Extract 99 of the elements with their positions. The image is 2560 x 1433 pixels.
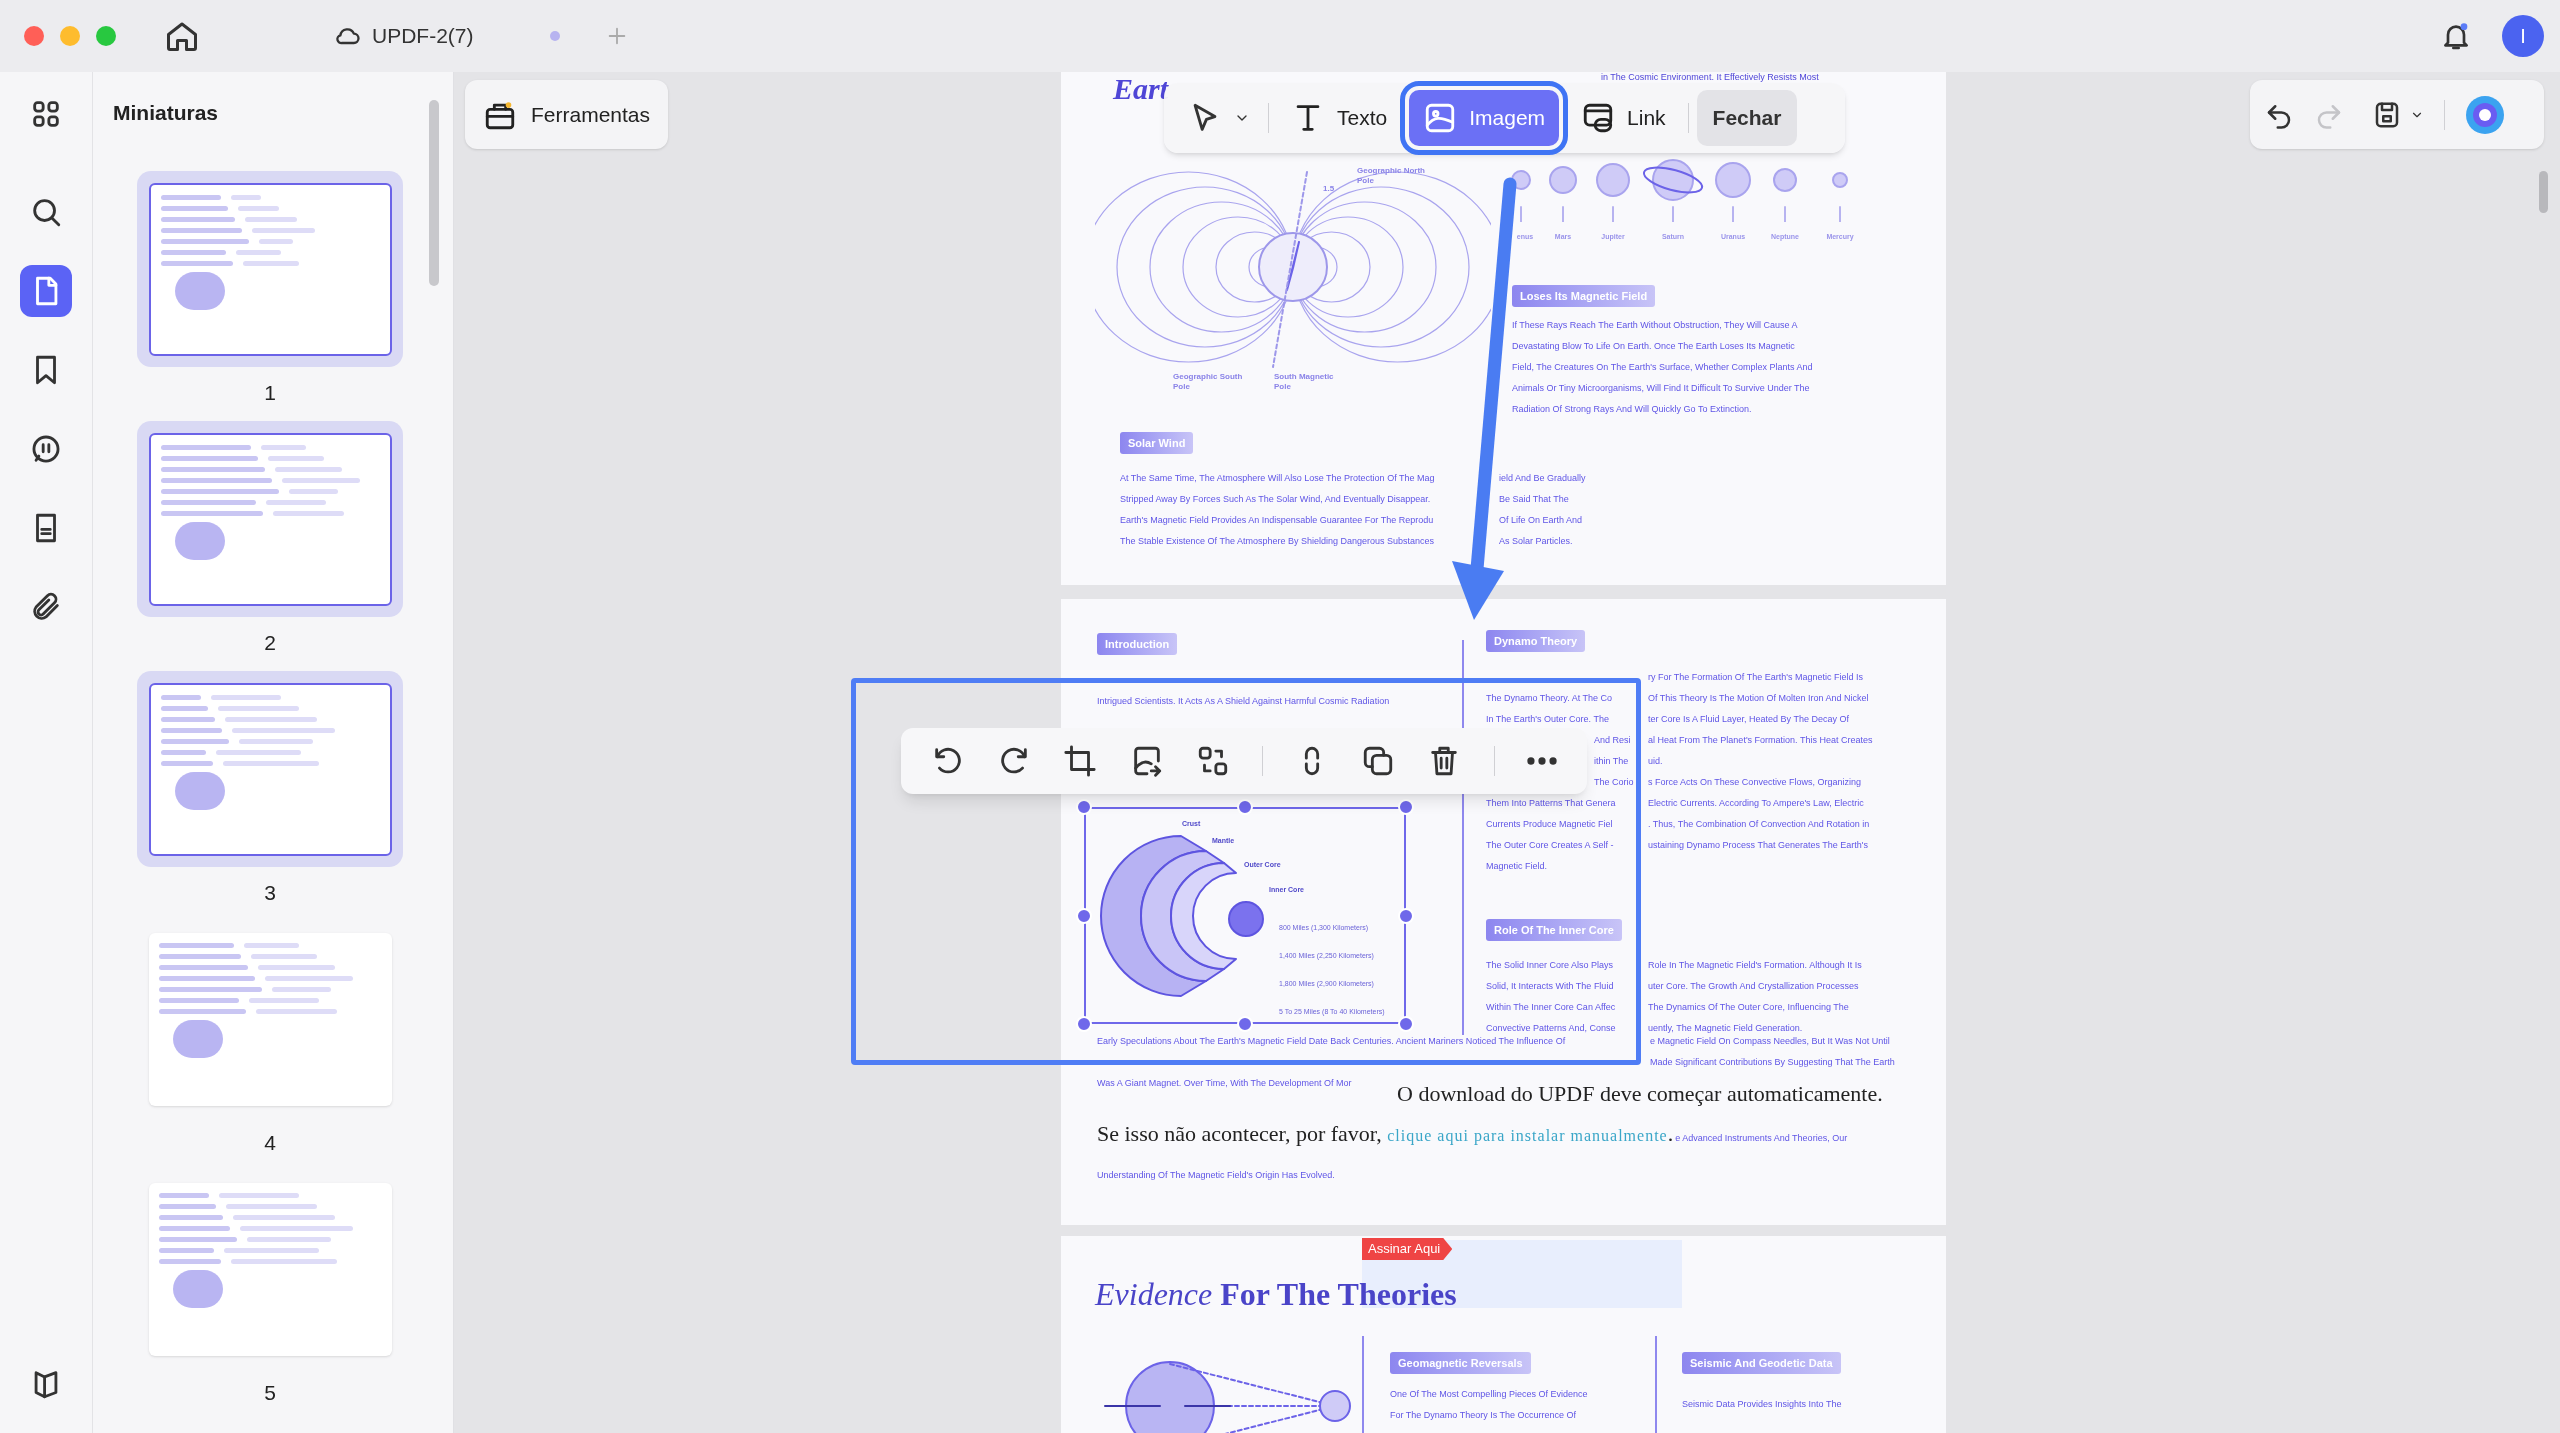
section-heading: Solar Wind <box>1120 432 1194 454</box>
body-text: Field, The Creatures On The Earth's Surface, Whether Complex Plants And <box>1512 361 1813 374</box>
body-text: Of Life On Earth And <box>1499 514 1583 527</box>
resize-handle[interactable] <box>1237 1016 1253 1032</box>
body-text: For The Dynamo Theory Is The Occurrence Of <box>1390 1409 1578 1422</box>
body-text: In The Earth's Outer Core. The <box>1486 713 1609 726</box>
body-text: in The Cosmic Environment. It Effectively Resists Most <box>1601 72 1819 82</box>
section-heading: Dynamo Theory <box>1486 630 1586 652</box>
body-text: The Solid Inner Core Also Plays <box>1486 959 1614 972</box>
scrollbar-thumb[interactable] <box>2539 171 2548 213</box>
resize-handle[interactable] <box>1076 799 1092 815</box>
body-text: Role In The Magnetic Field's Formation. Although It Is <box>1648 959 1862 972</box>
body-text: Was A Giant Magnet. Over Time, With The Development Of Mor <box>1097 1077 1352 1090</box>
body-text: Earth's Magnetic Field Provides An Indispensable Guarantee For The Reprodu <box>1120 514 1434 527</box>
body-text: Seismic Data Provides Insights Into The <box>1682 1398 1842 1411</box>
body-text: s Force Acts On These Convective Flows, Organizing <box>1648 776 1861 789</box>
resize-handle[interactable] <box>1398 799 1414 815</box>
body-text: uter Core. The Growth And Crystallization Processes <box>1648 980 1859 993</box>
tab-title: UPDF-2(7) <box>372 23 474 50</box>
notice-text: O download do UPDF deve começar automaticamente. <box>1397 1080 1883 1108</box>
page-number: 5 <box>264 1380 276 1406</box>
diagram-label: Geographic North Pole <box>1357 166 1426 186</box>
body-text: As Solar Particles. <box>1499 535 1573 548</box>
body-text: Understanding Of The Magnetic Field's Origin Has Evolved. <box>1097 1169 1335 1182</box>
close-window-button[interactable] <box>24 26 44 46</box>
page-heading: Evidence For The Theories <box>1095 1275 1457 1314</box>
tool-tab[interactable]: Link <box>1567 90 1680 146</box>
body-text: Devastating Blow To Life On Earth. Once The Earth Loses Its Magnetic <box>1512 340 1796 353</box>
page-thumbnail[interactable] <box>137 671 403 867</box>
body-text: e Advanced Instruments And Theories, Our <box>1675 1132 1848 1145</box>
body-text: Solid, It Interacts With The Fluid <box>1486 980 1614 993</box>
section-heading: Loses Its Magnetic Field <box>1512 285 1656 307</box>
resize-handle[interactable] <box>1398 907 1414 924</box>
document-tab[interactable]: UPDF-2(7) <box>334 20 474 52</box>
body-text: Them Into Patterns That Genera <box>1486 797 1616 810</box>
page-number: 4 <box>264 1130 276 1156</box>
tool-tab[interactable]: Texto <box>1277 90 1402 146</box>
body-text: ithin The <box>1594 755 1629 768</box>
page-number: 1 <box>264 380 276 406</box>
page-title: Eart <box>1113 72 1169 106</box>
resize-handle[interactable] <box>1398 1016 1414 1032</box>
resize-handle[interactable] <box>1076 1016 1092 1032</box>
section-heading: Seismic And Geodetic Data <box>1682 1352 1841 1374</box>
page-thumbnail[interactable] <box>137 171 403 367</box>
body-text: Stripped Away By Forces Such As The Solar Wind, And Eventually Disappear. <box>1120 493 1431 506</box>
body-text: Currents Produce Magnetic Fiel <box>1486 818 1613 831</box>
body-text: One Of The Most Compelling Pieces Of Evidence <box>1390 1388 1588 1401</box>
body-text: If These Rays Reach The Earth Without Obstruction, They Will Cause A <box>1512 319 1799 332</box>
panel-title: Miniaturas <box>113 100 219 127</box>
ai-assistant-button[interactable] <box>2465 94 2505 135</box>
body-text: . Thus, The Combination Of Convection And Rotation in <box>1648 818 1870 831</box>
resize-handle[interactable] <box>1237 799 1253 815</box>
section-heading: Role Of The Inner Core <box>1486 919 1622 941</box>
body-text: ry For The Formation Of The Earth's Magnetic Field Is <box>1648 671 1863 684</box>
diagram-label: 1.5 <box>1323 184 1336 194</box>
page-number: 3 <box>264 880 276 906</box>
scrollbar-thumb[interactable] <box>429 100 439 286</box>
body-text: Animals Or Tiny Microorganisms, Will Find It Difficult To Survive Under The <box>1512 382 1811 395</box>
body-text: Early Speculations About The Earth's Magnetic Field Date Back Centuries. Ancient Mariners Noticed The Influence Of <box>1097 1035 1566 1048</box>
body-text: The Dynamo Theory. At The Co <box>1486 692 1613 705</box>
tools-button[interactable]: Ferramentas <box>465 80 669 149</box>
close-edit-button[interactable]: Fechar <box>1696 90 1798 146</box>
page-thumbnail[interactable] <box>137 421 403 617</box>
body-text: uently, The Magnetic Field Generation. <box>1648 1022 1803 1035</box>
resize-handle[interactable] <box>1076 907 1092 924</box>
body-text: The Corio <box>1594 776 1634 789</box>
notice-text: Se isso não acontecer, por favor, clique aqui para instalar manualmente. <box>1097 1120 1674 1148</box>
body-text: Magnetic Field. <box>1486 860 1548 873</box>
section-heading: Introduction <box>1097 633 1178 655</box>
body-text: Made Significant Contributions By Suggesting That The Earth <box>1650 1056 1895 1069</box>
user-avatar[interactable]: I <box>2502 15 2544 57</box>
body-text: And Resi <box>1594 734 1631 747</box>
body-text: ield And Be Gradually <box>1499 472 1586 485</box>
diagram-label: South Magnetic Pole <box>1274 372 1334 392</box>
body-text: uid. <box>1648 755 1663 768</box>
body-text: Be Said That The <box>1499 493 1569 506</box>
body-text: The Stable Existence Of The Atmosphere By Shielding Dangerous Substances <box>1120 535 1434 548</box>
body-text: Intrigued Scientists. It Acts As A Shield Against Harmful Cosmic Radiation <box>1097 695 1390 708</box>
sign-here-tag[interactable]: Assinar Aqui <box>1362 1238 1453 1260</box>
more-button[interactable] <box>1526 757 1557 765</box>
body-text: The Dynamics Of The Outer Core, Influencing The <box>1648 1001 1849 1014</box>
more-icon <box>1526 757 1557 765</box>
body-text: al Heat From The Planet's Formation. This Heat Creates <box>1648 734 1873 747</box>
crop-button[interactable] <box>1063 744 1098 778</box>
body-text: ustaining Dynamo Process That Generates The Earth's <box>1648 839 1868 852</box>
body-text: The Outer Core Creates A Self - <box>1486 839 1614 852</box>
body-text: Of This Theory Is The Motion Of Molten Iron And Nickel <box>1648 692 1869 705</box>
page-number: 2 <box>264 630 276 656</box>
body-text: Within The Inner Core Can Affec <box>1486 1001 1616 1014</box>
body-text: Radiation Of Strong Rays And Will Quickly Go To Extinction. <box>1512 403 1753 416</box>
ai-orb-icon <box>2465 94 2505 135</box>
body-text: Convective Patterns And, Conse <box>1486 1022 1616 1035</box>
body-text: e Magnetic Field On Compass Needles, But It Was Not Until <box>1650 1035 1890 1048</box>
section-heading: Geomagnetic Reversals <box>1390 1352 1531 1374</box>
body-text: At The Same Time, The Atmosphere Will Also Lose The Protection Of The Mag <box>1120 472 1435 485</box>
body-text: Electric Currents. According To Ampere's Law, Electric <box>1648 797 1864 810</box>
crop-icon <box>1063 744 1098 778</box>
diagram-label: Geographic South Pole <box>1173 372 1243 392</box>
body-text: ter Core Is A Fluid Layer, Heated By The Decay Of <box>1648 713 1849 726</box>
